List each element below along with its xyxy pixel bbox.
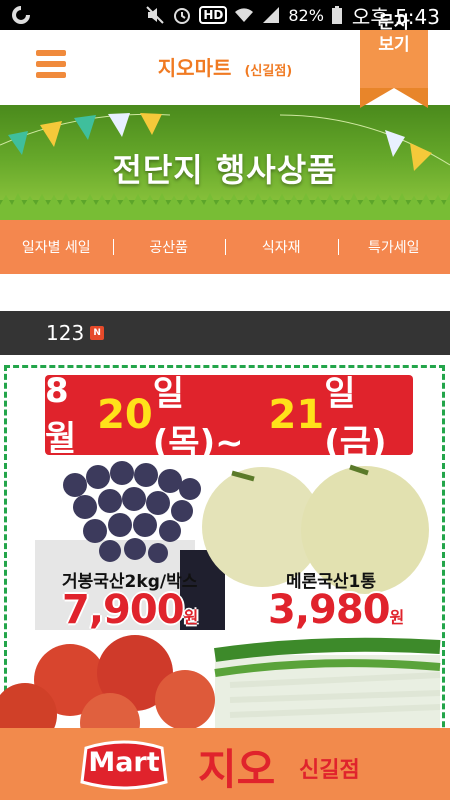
wifi-icon <box>235 8 254 22</box>
battery-percent: 82% <box>288 5 324 25</box>
store-name: 지오마트 <box>157 56 232 80</box>
promo-banner: 전단지 행사상품 <box>0 105 450 225</box>
date-month: 8월 <box>45 370 77 459</box>
item-price-grapes: 7,900원 <box>62 587 199 633</box>
bottom-brand-bar[interactable]: Mart 지오 신길점 <box>0 728 450 800</box>
hd-icon: HD <box>199 6 228 24</box>
tab-ingredients[interactable]: 식자재 <box>225 237 338 257</box>
price-unit-grapes: 원 <box>183 608 199 627</box>
post-item[interactable]: 123 N <box>0 311 450 355</box>
brand-branch: 신길점 <box>299 758 360 783</box>
new-badge: N <box>90 326 105 340</box>
date-middle: 일(목)~ <box>152 374 244 463</box>
price-unit-melon: 원 <box>389 608 405 627</box>
alarm-icon <box>174 8 191 24</box>
item-price-melon: 3,980원 <box>268 587 405 633</box>
sms-view-label: 문자 보기 <box>360 12 428 56</box>
mute-icon <box>146 6 165 24</box>
date-day-start: 20 <box>97 392 153 438</box>
post-title: 123 <box>46 321 85 345</box>
app-screen: HD 82% 오후 5:43 지오마트 (신길점) 문자 보기 전단지 행사상품… <box>0 0 450 800</box>
signal-icon <box>263 7 280 23</box>
date-day-end: 21 <box>268 392 325 438</box>
battery-icon <box>331 6 342 24</box>
sms-view-line1: 문자 <box>378 13 410 33</box>
sms-view-line2: 보기 <box>378 35 410 55</box>
tab-special-sale[interactable]: 특가세일 <box>337 237 450 257</box>
brand-name: 지오 <box>198 745 276 794</box>
app-icon <box>12 6 30 24</box>
tab-industrial-goods[interactable]: 공산품 <box>112 237 226 257</box>
sale-date-banner: 8월 20 일(목)~ 21 일(금) <box>45 371 413 463</box>
banner-title: 전단지 행사상품 <box>112 151 338 189</box>
price-value-grapes: 7,900 <box>62 587 185 633</box>
category-nav: 일자별 세일 공산품 식자재 특가세일 <box>0 220 450 274</box>
sms-view-button[interactable]: 문자 보기 <box>360 0 428 108</box>
date-end-suffix: 일(금) <box>324 374 387 463</box>
mart-logo-text: Mart <box>88 747 160 778</box>
branch-name: (신길점) <box>244 64 293 79</box>
price-value-melon: 3,980 <box>268 587 391 633</box>
tab-daily-sale[interactable]: 일자별 세일 <box>0 237 113 257</box>
flyer-image[interactable]: 8월 20 일(목)~ 21 일(금) 거봉국산2kg/박스 7,900원 메론… <box>0 355 450 735</box>
apple-icon <box>0 635 215 735</box>
green-onion-icon <box>214 637 441 735</box>
